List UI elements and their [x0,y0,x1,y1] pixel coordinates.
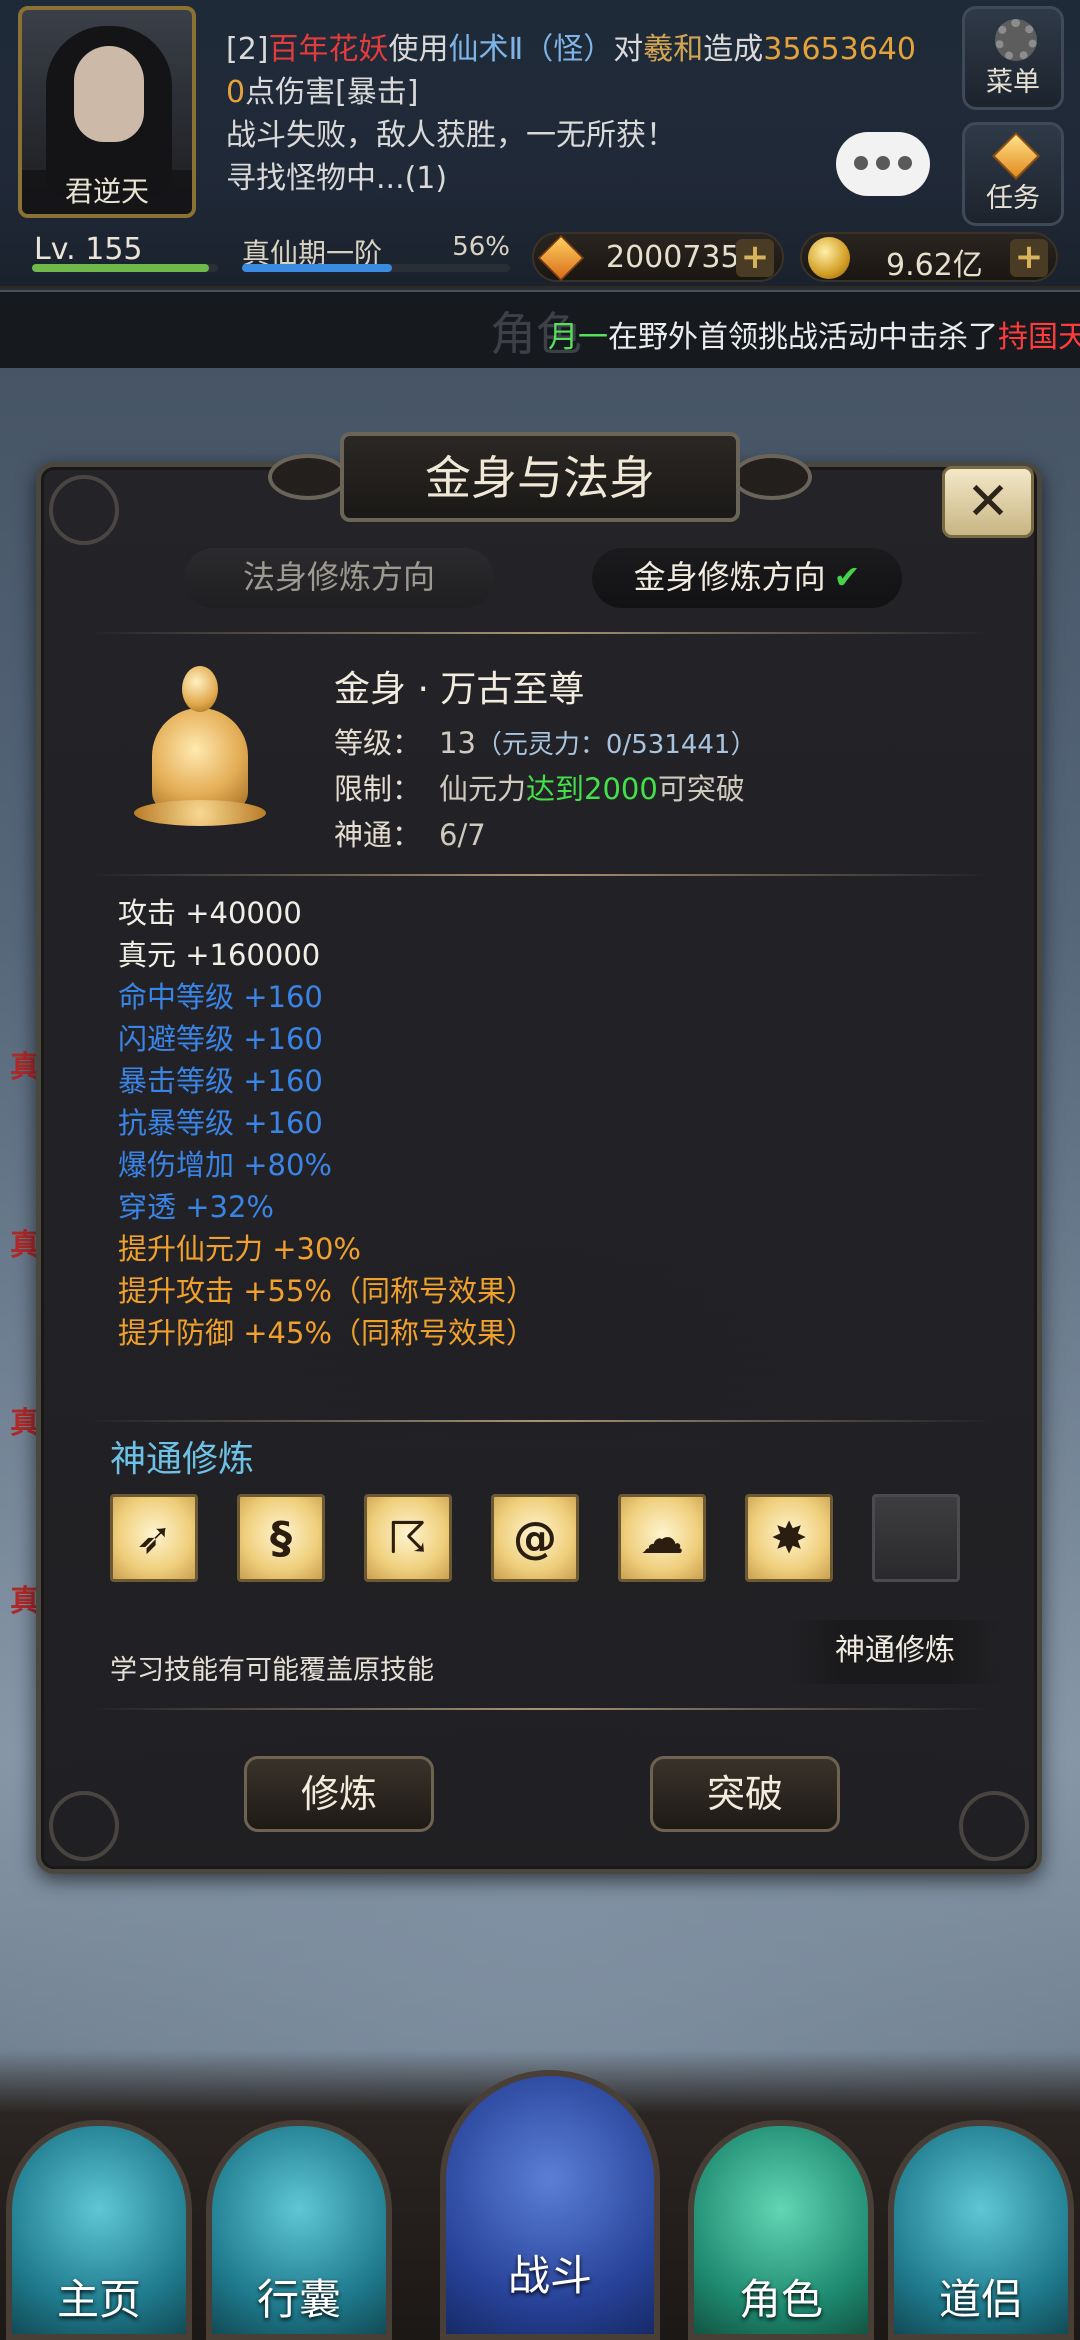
close-button[interactable]: ✕ [942,466,1034,538]
level-label: Lv. [34,232,76,267]
player-name: 君逆天 [22,170,192,214]
attribute-list: 攻击 +40000 真元 +160000 命中等级 +160 闪避等级 +160 暴击等… [118,892,535,1354]
vortex-icon[interactable]: @ [491,1494,579,1582]
slash-icon[interactable]: ➶ [110,1494,198,1582]
slash-icon: ➶ [135,1513,173,1564]
attribute-row: 提升防御 +45%（同称号效果） [118,1316,535,1350]
skill-name: 仙术Ⅱ（怪） [448,32,614,67]
attribute-row: 命中等级 +160 [118,980,323,1014]
target-name: 羲和 [643,32,704,67]
dialog-title: 金身与法身 [340,432,740,522]
nav-role[interactable]: 角色 [688,2120,874,2340]
nav-home[interactable]: 主页 [6,2120,192,2340]
burst-icon[interactable]: ✸ [745,1494,833,1582]
check-icon: ✔ [833,558,861,596]
attribute-row: 真元 +160000 [118,938,321,972]
add-gold-button[interactable]: + [1010,239,1048,277]
body-name: 金身 · 万古至尊 [334,669,585,710]
realm-progress-fill [242,264,393,272]
dash-icon[interactable]: ☈ [364,1494,452,1582]
level-progress-fill [32,264,209,272]
avatar-face [74,46,144,142]
attribute-row: 爆伤增加 +80% [118,1148,332,1182]
attribute-row: 暴击等级 +160 [118,1064,323,1098]
enemy-name: 百年花妖 [268,32,389,67]
announcement-banner: 角色 月一在野外首领挑战活动中击杀了持国天 [0,292,1080,368]
burst-icon: ✸ [770,1513,808,1564]
nav-companion[interactable]: 道侣 [888,2120,1074,2340]
limit-requirement: 达到2000 [526,772,658,806]
gold-counter: 9.62亿 + [800,232,1058,283]
serpent-icon[interactable]: § [237,1494,325,1582]
add-gem-button[interactable]: + [736,239,774,277]
task-button[interactable]: 任务 [962,122,1064,226]
log-line: [2]百年花妖使用仙术Ⅱ（怪）对羲和造成35653640 [226,32,916,67]
skill-hint: 学习技能有可能覆盖原技能 [110,1655,434,1686]
announcement-text: 月一在野外首领挑战活动中击杀了持国天 [548,312,1080,356]
skills-title: 神通修炼 [110,1439,255,1480]
golden-buddha-icon [130,660,270,830]
learn-skill-button[interactable]: 神通修炼 [790,1620,1000,1684]
realm-bar: 真仙期一阶 56% [236,230,516,280]
spirit-power: （元灵力：0/531441） [475,730,757,760]
level-value: 155 [85,232,143,267]
limit-row: 限制： 仙元力达到2000可突破 [334,772,745,806]
tab-jinshen[interactable]: 金身修炼方向 ✔ [592,548,902,608]
serpent-icon: § [270,1513,292,1564]
divider [90,874,990,876]
vortex-icon: @ [513,1513,557,1564]
ornament [959,1791,1029,1861]
gold-value: 9.62亿 [886,248,983,283]
ornament [49,475,119,545]
cloud-sword-icon[interactable]: ☁ [618,1494,706,1582]
nav-bag[interactable]: 行囊 [206,2120,392,2340]
chat-button[interactable] [836,132,930,196]
ornament [49,1791,119,1861]
gem-value: 2000735 [606,240,740,275]
attribute-row: 闪避等级 +160 [118,1022,323,1056]
divider [90,632,990,634]
skill-count-row: 神通： 6/7 [334,818,486,852]
breakthrough-button[interactable]: 突破 [650,1756,840,1832]
nav-battle[interactable]: 战斗 [440,2070,660,2340]
tab-label: 金身修炼方向 [633,558,826,596]
top-hud: 君逆天 [2]百年花妖使用仙术Ⅱ（怪）对羲和造成35653640 0点伤害[暴击… [0,0,1080,290]
damage-value: 35653640 [763,32,916,67]
attribute-row: 穿透 +32% [118,1190,274,1224]
body-level-value: 13 [439,726,476,760]
divider [90,1420,990,1422]
menu-button[interactable]: 菜单 [962,6,1064,110]
dash-icon: ☈ [388,1513,428,1564]
level-row: 等级： 13（元灵力：0/531441） [334,726,757,760]
cloud-sword-icon: ☁ [640,1513,684,1564]
attribute-row: 提升攻击 +55%（同称号效果） [118,1274,535,1308]
announce-player: 月一 [548,320,608,355]
announce-target: 持国天 [998,320,1080,355]
divider [90,1708,990,1710]
gem-icon [537,234,585,282]
attribute-row: 抗暴等级 +160 [118,1106,323,1140]
task-icon [991,131,1041,181]
gear-icon [995,19,1037,61]
title-ornament [732,454,812,500]
tab-fashen[interactable]: 法身修炼方向 [184,548,494,608]
gem-counter: 2000735 + [532,232,784,282]
title-ornament [268,454,348,500]
empty-skill-slot[interactable] [872,1494,960,1582]
log-line: 0点伤害[暴击] [226,75,419,110]
realm-percent: 56% [452,232,510,262]
attribute-row: 攻击 +40000 [118,896,302,930]
skill-count: 6/7 [439,818,486,852]
empty-slot-icon [875,1497,957,1579]
attribute-row: 提升仙元力 +30% [118,1232,361,1266]
practice-button[interactable]: 修炼 [244,1756,434,1832]
gold-coin-icon [808,237,850,279]
player-avatar[interactable]: 君逆天 [18,6,196,218]
level-bar: Lv. 155 [20,230,222,280]
